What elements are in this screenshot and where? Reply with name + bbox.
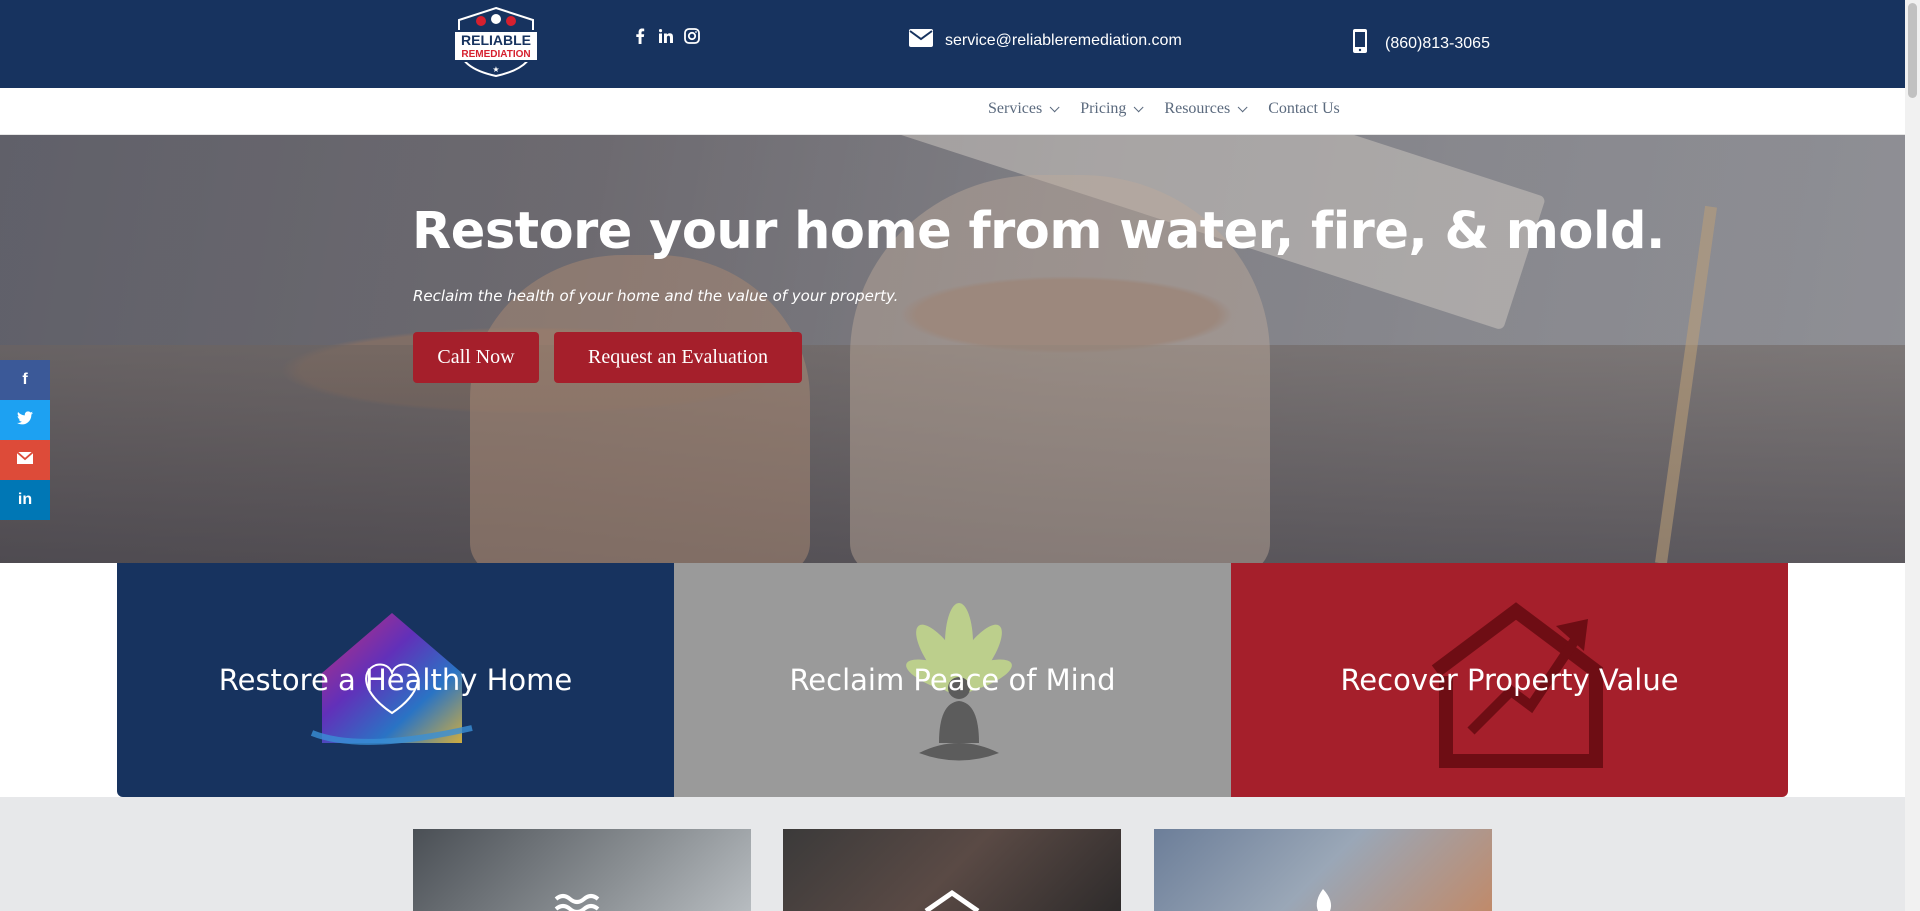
card-title: Recover Property Value	[1340, 663, 1679, 697]
nav-item-label: Pricing	[1080, 100, 1127, 117]
card-title: Reclaim Peace of Mind	[789, 663, 1116, 697]
instagram-icon[interactable]	[684, 28, 700, 44]
hero-subtitle: Reclaim the health of your home and the …	[413, 287, 899, 305]
hero-section: Restore your home from water, fire, & mo…	[0, 135, 1905, 563]
mobile-phone-icon	[1353, 29, 1367, 58]
share-twitter-button[interactable]	[0, 400, 50, 440]
twitter-icon	[17, 410, 33, 430]
floating-share-bar: f in	[0, 360, 50, 520]
header-phone[interactable]: (860)813-3065	[1353, 29, 1490, 58]
nav-item-label: Services	[988, 100, 1043, 117]
share-linkedin-button[interactable]: in	[0, 480, 50, 520]
share-email-button[interactable]	[0, 440, 50, 480]
service-tile-mold[interactable]	[783, 829, 1121, 911]
scrollbar-thumb[interactable]	[1908, 3, 1917, 98]
facebook-icon[interactable]	[632, 28, 648, 44]
nav-item-pricing[interactable]: Pricing	[1080, 100, 1144, 118]
hero-title: Restore your home from water, fire, & mo…	[412, 202, 1665, 261]
main-navigation: Services Pricing Resources Contact Us	[0, 88, 1905, 135]
share-facebook-button[interactable]: f	[0, 360, 50, 400]
header-social-links	[632, 28, 700, 44]
water-icon	[554, 894, 600, 911]
logo-line1: RELIABLE	[461, 32, 531, 48]
nav-item-label: Contact Us	[1268, 100, 1340, 117]
site-logo[interactable]: RELIABLE REMEDIATION ★	[451, 6, 541, 78]
home-icon	[924, 889, 980, 911]
facebook-icon: f	[22, 371, 28, 388]
nav-item-services[interactable]: Services	[988, 100, 1060, 118]
service-tile-water[interactable]	[413, 829, 751, 911]
chevron-down-icon	[1134, 101, 1144, 112]
page-scrollbar[interactable]	[1905, 0, 1920, 911]
nav-item-label: Resources	[1164, 100, 1231, 117]
linkedin-icon: in	[17, 491, 33, 508]
nav-item-contact-us[interactable]: Contact Us	[1268, 100, 1340, 118]
logo-line2: REMEDIATION	[461, 49, 530, 60]
nav-item-resources[interactable]: Resources	[1164, 100, 1248, 118]
card-title: Restore a Healthy Home	[218, 663, 573, 697]
card-property-value[interactable]: Recover Property Value	[1231, 563, 1788, 797]
card-peace-of-mind[interactable]: Reclaim Peace of Mind	[674, 563, 1231, 797]
service-tile-fire[interactable]	[1154, 829, 1492, 911]
nav-menu: Services Pricing Resources Contact Us	[988, 100, 1340, 118]
phone-number[interactable]: (860)813-3065	[1385, 35, 1490, 53]
svg-text:★: ★	[492, 65, 499, 74]
card-healthy-home[interactable]: Restore a Healthy Home	[117, 563, 674, 797]
chevron-down-icon	[1237, 101, 1248, 112]
call-now-button[interactable]: Call Now	[413, 332, 539, 383]
header-email[interactable]: service@reliableremediation.com	[909, 29, 1182, 52]
request-evaluation-button[interactable]: Request an Evaluation	[554, 332, 802, 383]
email-address[interactable]: service@reliableremediation.com	[945, 32, 1182, 50]
email-icon	[16, 451, 34, 469]
feature-cards: Restore a Healthy Home Reclaim Peace of …	[117, 563, 1788, 797]
chevron-down-icon	[1049, 101, 1060, 112]
services-section	[0, 797, 1905, 911]
envelope-icon	[909, 29, 933, 52]
flame-icon	[1316, 889, 1332, 911]
top-bar: RELIABLE REMEDIATION ★ service@reliabler…	[0, 0, 1905, 88]
linkedin-icon[interactable]	[658, 28, 674, 44]
